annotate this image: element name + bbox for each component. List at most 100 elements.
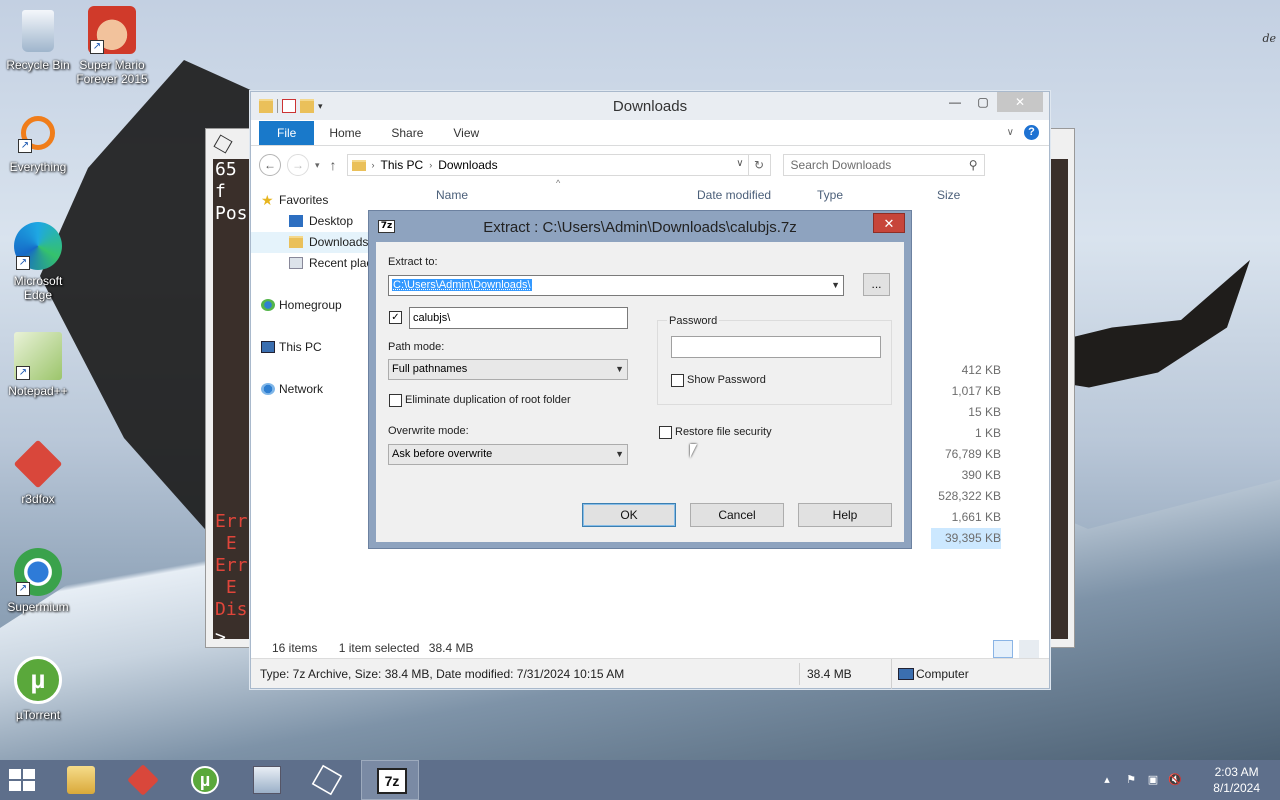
taskbar-cube-app[interactable] [298,760,356,800]
details-view-button[interactable] [993,640,1013,658]
large-icons-view-button[interactable] [1019,640,1039,658]
breadcrumb-this-pc[interactable]: This PC [381,158,424,172]
eliminate-duplication-label[interactable]: Eliminate duplication of root folder [405,394,571,406]
extract-to-combo[interactable]: C:\Users\Admin\Downloads\ ▼ [388,275,844,296]
column-type[interactable]: Type [817,188,843,202]
restore-security-checkbox[interactable] [659,426,672,439]
file-size-cell-selected[interactable]: 39,395 KB [931,528,1001,549]
show-password-label[interactable]: Show Password [687,374,766,386]
expand-ribbon-chevron-icon[interactable]: ∨ [1007,127,1014,138]
nav-desktop[interactable]: Desktop [251,211,371,232]
address-dropdown-icon[interactable]: ∨ [736,158,743,169]
tab-home[interactable]: Home [314,121,376,145]
terminal-error-line: Err [215,555,248,576]
address-bar[interactable]: › This PC › Downloads ∨ ↻ [346,154,771,176]
divider [799,663,800,685]
nav-downloads[interactable]: Downloads [251,232,371,253]
taskbar-file-explorer[interactable] [52,760,110,800]
forward-button[interactable]: → [287,154,309,176]
tab-view[interactable]: View [438,121,494,145]
subfolder-checkbox[interactable]: ✓ [389,311,402,324]
up-arrow-icon[interactable]: ↑ [326,157,341,173]
column-size[interactable]: Size [937,188,960,202]
dialog-titlebar[interactable]: 7z Extract : C:\Users\Admin\Downloads\ca… [369,211,911,242]
subfolder-input[interactable]: calubjs\ [409,307,628,329]
terminal-error-line: E [215,577,237,598]
back-button[interactable]: ← [259,154,281,176]
nav-label: Downloads [309,235,369,249]
tab-share[interactable]: Share [376,121,438,145]
eliminate-duplication-checkbox[interactable] [389,394,402,407]
taskbar-r3dfox[interactable] [114,760,172,800]
restore-security-label[interactable]: Restore file security [675,426,772,438]
browse-button[interactable]: ... [863,273,890,296]
desktop-icon-mario[interactable]: ↗ Super Mario Forever 2015 [74,6,150,86]
nav-recent-places[interactable]: Recent places [251,253,371,274]
volume-muted-icon[interactable]: 🔇 [1168,773,1182,787]
file-size-cell[interactable]: 76,789 KB [931,444,1001,465]
selection-size: 38.4 MB [428,641,474,655]
maximize-button[interactable]: ▢ [969,92,997,112]
desktop-icon-recycle-bin[interactable]: Recycle Bin [0,6,76,72]
dialog-body: Extract to: C:\Users\Admin\Downloads\ ▼ … [376,242,904,542]
taskbar-7zip[interactable]: 7z [361,760,419,800]
start-button[interactable] [9,769,37,791]
action-center-flag-icon[interactable]: ⚑ [1124,773,1138,787]
chevron-down-icon[interactable]: ▼ [831,276,840,295]
search-input[interactable]: Search Downloads ⚲ [782,154,985,176]
overwrite-mode-select[interactable]: Ask before overwrite ▼ [388,444,628,465]
file-size-column: 412 KB 1,017 KB 15 KB 1 KB 76,789 KB 390… [931,360,1001,549]
taskbar-utorrent[interactable]: µ [176,760,234,800]
nav-this-pc[interactable]: This PC [251,337,371,358]
file-size-cell[interactable]: 390 KB [931,465,1001,486]
terminal-line: Pos [215,203,248,224]
clock[interactable]: 2:03 AM 8/1/2024 [1213,764,1260,796]
windows-logo-pane [9,781,21,791]
help-button[interactable]: Help [798,503,892,527]
desktop-corner-text: de [1262,32,1276,45]
nav-favorites[interactable]: ★ Favorites [251,190,371,211]
show-hidden-icons-chevron-icon[interactable]: ▴ [1100,773,1114,787]
terminal-pane[interactable]: 65 f Pos Err E Err E Dis > [213,159,251,639]
desktop-icon-label: r3dfox [21,492,55,506]
desktop-icon-utorrent[interactable]: µ µTorrent [0,656,76,722]
ok-button[interactable]: OK [582,503,676,527]
tab-file[interactable]: File [259,121,315,145]
recent-locations-chevron-icon[interactable]: ▾ [315,160,320,171]
file-size-cell[interactable]: 1,661 KB [931,507,1001,528]
nav-homegroup[interactable]: Homegroup [251,295,371,316]
network-icon[interactable]: ▣ [1146,773,1160,787]
file-explorer-icon [67,766,95,794]
file-size-cell[interactable]: 1,017 KB [931,381,1001,402]
extract-dialog[interactable]: 7z Extract : C:\Users\Admin\Downloads\ca… [368,210,912,549]
breadcrumb-downloads[interactable]: Downloads [438,158,497,172]
taskbar-task-manager[interactable] [238,760,296,800]
column-date-modified[interactable]: Date modified [697,188,771,202]
desktop-icon-notepad-plus-plus[interactable]: ↗ Notepad++ [0,332,76,398]
cancel-button[interactable]: Cancel [690,503,784,527]
password-input[interactable] [671,336,881,358]
refresh-icon[interactable]: ↻ [747,155,770,175]
desktop-icon-r3dfox[interactable]: r3dfox [0,439,76,506]
close-button[interactable]: ✕ [997,92,1043,112]
dialog-close-button[interactable]: ✕ [873,213,905,233]
file-size-cell[interactable]: 15 KB [931,402,1001,423]
address-row: ← → ▾ ↑ › This PC › Downloads ∨ ↻ Search… [251,146,1049,184]
desktop-icon-edge[interactable]: ↗ Microsoft Edge [0,222,76,302]
column-headers: Name ^ Date modified Type Size [426,178,1019,206]
file-size-cell[interactable]: 1 KB [931,423,1001,444]
navigation-pane: ★ Favorites Desktop Downloads Recent pla… [251,184,371,634]
desktop-icon-everything[interactable]: ↗ Everything [0,116,76,174]
desktop-icon-supermium[interactable]: ↗ Supermium [0,548,76,614]
show-password-checkbox[interactable] [671,374,684,387]
window-controls: — ▢ ✕ [941,92,1043,112]
file-size-cell[interactable]: 412 KB [931,360,1001,381]
explorer-titlebar[interactable]: ▾ Downloads — ▢ ✕ [251,92,1049,120]
column-name[interactable]: Name [436,188,468,202]
nav-network[interactable]: Network [251,379,371,400]
file-size-cell[interactable]: 528,322 KB [931,486,1001,507]
help-icon[interactable]: ? [1024,125,1039,140]
path-mode-select[interactable]: Full pathnames ▼ [388,359,628,380]
minimize-button[interactable]: — [941,92,969,112]
extract-to-value: C:\Users\Admin\Downloads\ [392,279,532,291]
